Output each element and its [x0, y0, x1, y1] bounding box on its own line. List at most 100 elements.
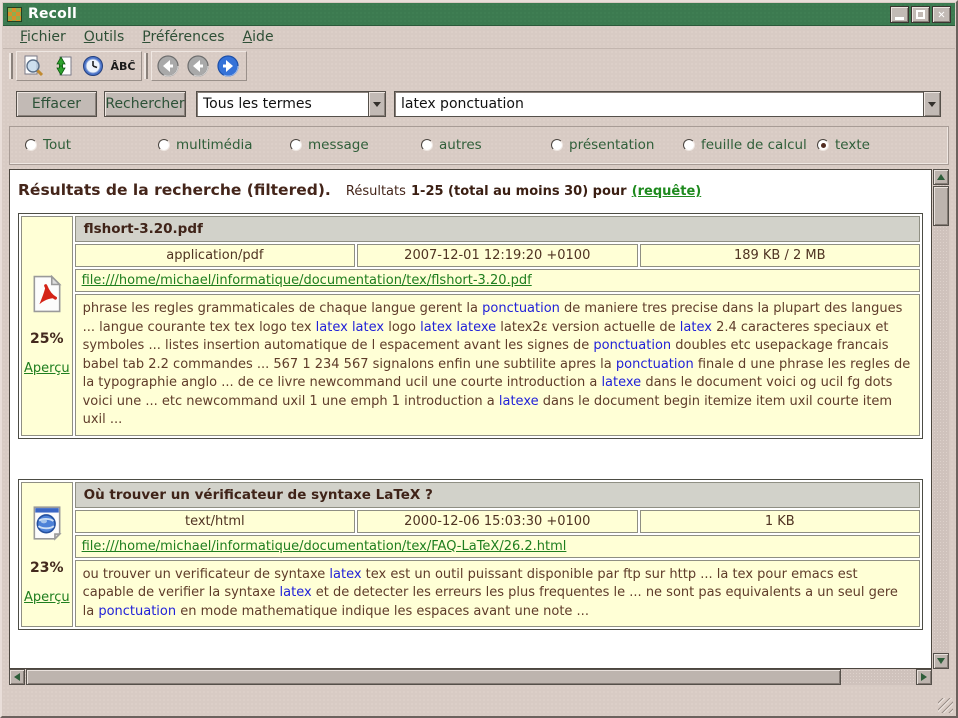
result-mime-type: text/html	[75, 510, 355, 533]
result-date: 2007-12-01 12:19:20 +0100	[357, 244, 637, 267]
preview-link[interactable]: Aperçu	[24, 361, 70, 376]
query-history-dropdown-button[interactable]	[923, 92, 940, 116]
filter-bar: Tout multimédia message autres présentation f…	[9, 126, 949, 165]
result-snippet: ou trouver un verificateur de syntaxe la…	[75, 560, 920, 628]
pdf-file-icon	[28, 275, 66, 317]
history-clock-icon	[81, 54, 105, 78]
arrow-up-icon	[937, 174, 945, 180]
filter-label: autres	[439, 137, 482, 153]
recoll-app-icon	[7, 7, 22, 22]
result-side-cell: 23%Aperçu	[21, 482, 73, 628]
radio-icon	[817, 139, 829, 151]
scroll-down-button[interactable]	[933, 653, 949, 669]
previous-page-button[interactable]	[184, 53, 212, 79]
term-explorer-button[interactable]: ÂBĈ	[109, 53, 137, 79]
highlighted-term: ponctuation	[616, 357, 694, 372]
first-page-arrow-icon	[156, 54, 180, 78]
preview-link[interactable]: Aperçu	[24, 590, 70, 605]
radio-icon	[158, 139, 170, 151]
horizontal-scrollbar[interactable]	[9, 669, 932, 685]
filter-label: texte	[835, 137, 870, 153]
results-header: Résultats de la recherche (filtered). Ré…	[18, 180, 925, 199]
radio-icon	[421, 139, 433, 151]
arrow-down-icon	[937, 658, 945, 664]
result-size: 1 KB	[640, 510, 921, 533]
filter-radio-multimédia[interactable]: multimédia	[158, 137, 253, 153]
result-title: Où trouver un vérificateur de syntaxe La…	[75, 482, 920, 508]
snippet-text: latex2ε version actuelle de	[496, 320, 680, 335]
close-button[interactable]: ✕	[932, 6, 951, 23]
radio-icon	[683, 139, 695, 151]
chevron-down-icon	[373, 102, 381, 107]
minimize-button[interactable]	[890, 6, 909, 23]
resize-grip[interactable]	[938, 698, 953, 713]
snippet-text: logo	[384, 320, 420, 335]
filter-radio-tout[interactable]: Tout	[25, 137, 71, 153]
filter-label: message	[308, 137, 369, 153]
result-title: flshort-3.20.pdf	[75, 216, 920, 242]
highlighted-term: latex	[280, 585, 312, 600]
scroll-right-button[interactable]	[916, 669, 932, 685]
menu-outils[interactable]: Outils	[75, 27, 133, 47]
html-file-icon	[28, 504, 66, 546]
result-url-link[interactable]: file:///home/michael/informatique/docume…	[82, 539, 567, 554]
chevron-down-icon	[928, 102, 936, 107]
menu-fichier[interactable]: Fichier	[11, 27, 75, 47]
snippet-text: phrase les regles grammaticales de chaqu…	[83, 301, 483, 316]
filter-radio-message[interactable]: message	[290, 137, 369, 153]
results-frame: Résultats de la recherche (filtered). Ré…	[9, 169, 949, 685]
search-button[interactable]: Rechercher	[104, 91, 186, 117]
clear-button[interactable]: Effacer	[16, 91, 97, 117]
highlighted-term: ponctuation	[98, 604, 176, 619]
search-input[interactable]	[395, 92, 923, 116]
history-button[interactable]	[79, 53, 107, 79]
search-mode-value: Tous les termes	[197, 96, 368, 112]
window-controls: ✕	[890, 6, 951, 23]
search-mode-dropdown-button[interactable]	[368, 92, 385, 116]
filter-radio-autres[interactable]: autres	[421, 137, 482, 153]
next-page-arrow-icon	[216, 54, 240, 78]
search-mode-select[interactable]: Tous les termes	[196, 91, 386, 117]
filter-label: feuille de calcul	[701, 137, 807, 153]
menu-preferences[interactable]: Préférences	[133, 27, 233, 47]
results-range: 1-25 (total au moins 30) pour	[411, 184, 627, 199]
document-preview-button[interactable]	[19, 53, 47, 79]
minimize-icon	[895, 17, 904, 20]
filter-label: multimédia	[176, 137, 253, 153]
toolbar: ÂBĈ	[7, 50, 247, 82]
radio-icon	[551, 139, 563, 151]
vertical-scrollbar[interactable]	[933, 169, 949, 669]
highlighted-term: ponctuation	[593, 338, 671, 353]
result-url-link[interactable]: file:///home/michael/informatique/docume…	[82, 273, 532, 288]
results-view: Résultats de la recherche (filtered). Ré…	[9, 169, 932, 669]
result-mime-type: application/pdf	[75, 244, 355, 267]
result-snippet: phrase les regles grammaticales de chaqu…	[75, 294, 920, 436]
menu-aide[interactable]: Aide	[234, 27, 283, 47]
scroll-left-button[interactable]	[9, 669, 25, 685]
scroll-up-button[interactable]	[933, 169, 949, 185]
maximize-button[interactable]	[911, 6, 930, 23]
vertical-scrollbar-thumb[interactable]	[933, 186, 949, 226]
document-update-button[interactable]	[49, 53, 77, 79]
horizontal-scrollbar-thumb[interactable]	[26, 669, 841, 685]
next-page-button[interactable]	[214, 53, 242, 79]
filter-radio-feuille-de-calcul[interactable]: feuille de calcul	[683, 137, 807, 153]
first-page-button[interactable]	[154, 53, 182, 79]
result-item: 25%Aperçuflshort-3.20.pdfapplication/pdf…	[18, 213, 923, 439]
snippet-text: en mode mathematique indique les espaces…	[176, 604, 589, 619]
results-list: 25%Aperçuflshort-3.20.pdfapplication/pdf…	[16, 213, 925, 630]
toolbar-group-navigation	[151, 51, 247, 81]
maximize-icon	[916, 10, 925, 19]
titlebar[interactable]: Recoll ✕	[3, 3, 955, 26]
arrow-right-icon	[921, 673, 927, 681]
filter-radio-présentation[interactable]: présentation	[551, 137, 654, 153]
toolbar-handle[interactable]	[9, 53, 13, 79]
toolbar-handle[interactable]	[144, 53, 148, 79]
filter-radio-texte[interactable]: texte	[817, 137, 870, 153]
arrow-left-icon	[14, 673, 20, 681]
document-update-icon	[51, 54, 75, 78]
window-title: Recoll	[28, 6, 884, 22]
query-link[interactable]: (requête)	[632, 184, 702, 199]
recoll-window: Recoll ✕ Fichier Outils Préférences Aide	[0, 0, 958, 718]
toolbar-group-tools: ÂBĈ	[16, 51, 142, 81]
